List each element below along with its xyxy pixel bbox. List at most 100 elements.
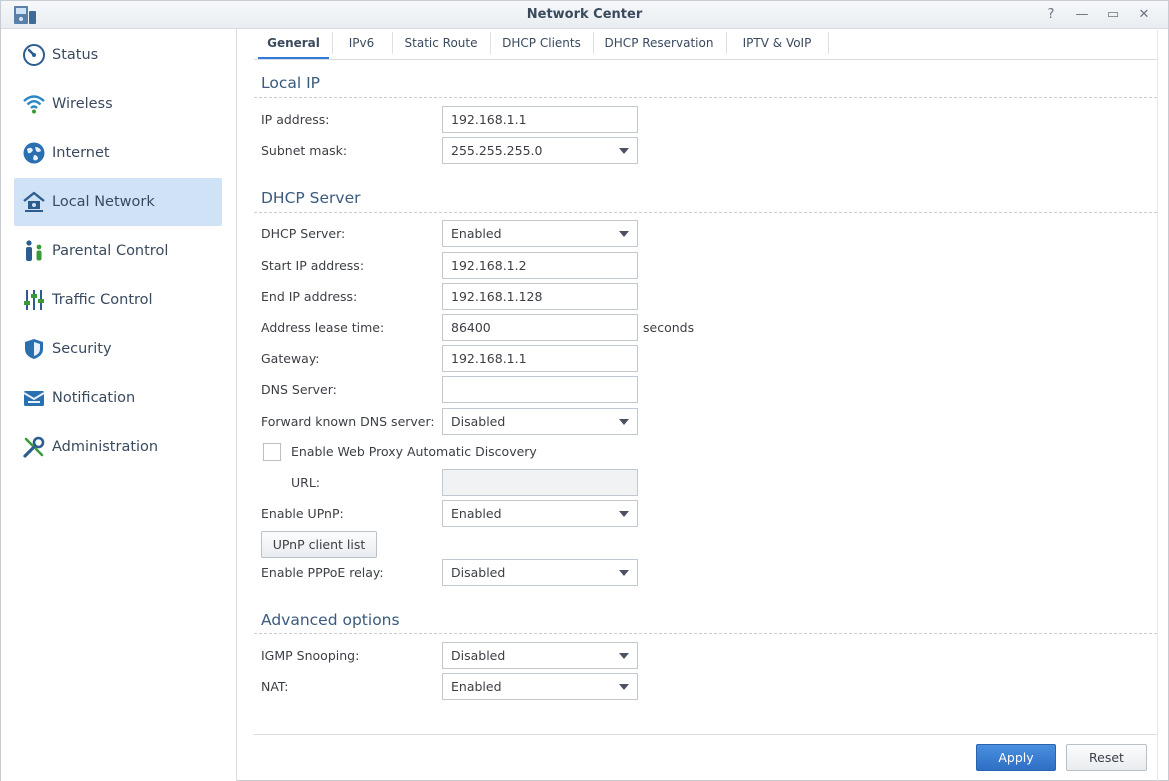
pppoe-relay-value: Disabled <box>451 565 506 580</box>
forward-dns-select[interactable]: Disabled <box>442 408 638 435</box>
start-ip-label: Start IP address: <box>261 258 365 273</box>
subnet-mask-value: 255.255.255.0 <box>451 143 543 158</box>
nat-select[interactable]: Enabled <box>442 673 638 700</box>
upnp-select[interactable]: Enabled <box>442 500 638 527</box>
forward-dns-value: Disabled <box>451 414 506 429</box>
wifi-icon <box>22 92 46 116</box>
tab-dhcp-reservation[interactable]: DHCP Reservation <box>595 30 723 57</box>
family-icon <box>22 239 46 263</box>
wpad-checkbox[interactable] <box>263 443 281 461</box>
gauge-icon <box>22 43 46 67</box>
minimize-icon: — <box>1075 7 1089 22</box>
sidebar-item-notification[interactable]: Notification <box>14 374 222 422</box>
sidebar-item-traffic-control[interactable]: Traffic Control <box>14 276 222 324</box>
sidebar: Status Wireless Internet Local Network P… <box>1 29 237 781</box>
maximize-icon: ▭ <box>1106 7 1120 22</box>
sidebar-item-administration[interactable]: Administration <box>14 423 222 471</box>
sidebar-item-label: Security <box>52 341 112 357</box>
sidebar-item-security[interactable]: Security <box>14 325 222 373</box>
minimize-button[interactable]: — <box>1072 5 1092 25</box>
sidebar-item-status[interactable]: Status <box>14 31 222 79</box>
tab-iptv-voip[interactable]: IPTV & VoIP <box>728 30 826 57</box>
window-title: Network Center <box>526 7 643 22</box>
sidebar-item-wireless[interactable]: Wireless <box>14 80 222 128</box>
sidebar-item-label: Status <box>52 47 99 63</box>
dns-server-input[interactable] <box>442 376 638 403</box>
tab-separator <box>490 32 491 54</box>
tab-separator <box>332 32 333 54</box>
url-input[interactable] <box>442 469 638 496</box>
igmp-snooping-select[interactable]: Disabled <box>442 642 638 669</box>
home-network-icon <box>22 190 46 214</box>
url-label: URL: <box>291 475 321 490</box>
network-center-window: Network Center ? — ▭ ✕ Status Wireless I… <box>0 0 1169 781</box>
dns-server-label: DNS Server: <box>261 382 337 397</box>
apply-button[interactable]: Apply <box>976 744 1056 771</box>
gateway-input[interactable] <box>442 345 638 372</box>
chevron-down-icon <box>619 653 629 659</box>
advanced-options-section-title: Advanced options <box>261 611 400 629</box>
tab-separator <box>828 32 829 54</box>
local-ip-section-title: Local IP <box>261 74 321 92</box>
close-button[interactable]: ✕ <box>1134 5 1154 25</box>
dhcp-server-select[interactable]: Enabled <box>442 220 638 247</box>
content-right-edge <box>1157 30 1158 781</box>
subnet-mask-label: Subnet mask: <box>261 143 348 158</box>
help-button[interactable]: ? <box>1041 5 1061 25</box>
sidebar-item-label: Administration <box>52 439 159 455</box>
igmp-snooping-label: IGMP Snooping: <box>261 648 360 663</box>
ip-address-label: IP address: <box>261 112 330 127</box>
tab-separator <box>726 32 727 54</box>
wrench-icon <box>22 435 46 459</box>
subnet-mask-select[interactable]: 255.255.255.0 <box>442 137 638 164</box>
igmp-snooping-value: Disabled <box>451 648 506 663</box>
footer-divider <box>254 734 1157 735</box>
globe-icon <box>22 141 46 165</box>
nat-value: Enabled <box>451 679 502 694</box>
lease-time-input[interactable] <box>442 314 638 341</box>
help-icon: ? <box>1047 7 1055 22</box>
sidebar-item-label: Traffic Control <box>52 292 153 308</box>
tab-static-route[interactable]: Static Route <box>394 30 488 57</box>
tab-ipv6[interactable]: IPv6 <box>334 30 389 57</box>
dhcp-server-label: DHCP Server: <box>261 226 346 241</box>
lease-time-unit: seconds <box>643 320 695 335</box>
chevron-down-icon <box>619 570 629 576</box>
close-icon: ✕ <box>1138 7 1150 22</box>
sidebar-item-label: Wireless <box>52 96 113 112</box>
tab-separator <box>392 32 393 54</box>
chevron-down-icon <box>619 148 629 154</box>
pppoe-relay-label: Enable PPPoE relay: <box>261 565 384 580</box>
sidebar-item-label: Parental Control <box>52 243 169 259</box>
dhcp-server-section-title: DHCP Server <box>261 189 361 207</box>
sidebar-item-label: Local Network <box>52 194 155 210</box>
ip-address-input[interactable] <box>442 106 638 133</box>
sliders-icon <box>22 288 46 312</box>
end-ip-input[interactable] <box>442 283 638 310</box>
section-divider <box>254 97 1157 98</box>
sidebar-item-label: Internet <box>52 145 110 161</box>
upnp-label: Enable UPnP: <box>261 506 344 521</box>
gateway-label: Gateway: <box>261 351 320 366</box>
start-ip-input[interactable] <box>442 252 638 279</box>
wpad-label: Enable Web Proxy Automatic Discovery <box>291 444 537 459</box>
lease-time-label: Address lease time: <box>261 320 385 335</box>
maximize-button[interactable]: ▭ <box>1103 5 1123 25</box>
tab-dhcp-clients[interactable]: DHCP Clients <box>492 30 591 57</box>
title-bar: Network Center ? — ▭ ✕ <box>1 1 1168 29</box>
dhcp-server-value: Enabled <box>451 226 502 241</box>
envelope-icon <box>22 386 46 410</box>
tab-general[interactable]: General <box>258 30 329 57</box>
end-ip-label: End IP address: <box>261 289 358 304</box>
reset-button[interactable]: Reset <box>1066 744 1147 771</box>
chevron-down-icon <box>619 511 629 517</box>
sidebar-item-label: Notification <box>52 390 136 406</box>
upnp-client-list-button[interactable]: UPnP client list <box>261 531 377 558</box>
sidebar-item-internet[interactable]: Internet <box>14 129 222 177</box>
sidebar-item-local-network[interactable]: Local Network <box>14 178 222 226</box>
sidebar-item-parental-control[interactable]: Parental Control <box>14 227 222 275</box>
section-divider <box>254 212 1157 213</box>
pppoe-relay-select[interactable]: Disabled <box>442 559 638 586</box>
tab-separator <box>593 32 594 54</box>
chevron-down-icon <box>619 231 629 237</box>
